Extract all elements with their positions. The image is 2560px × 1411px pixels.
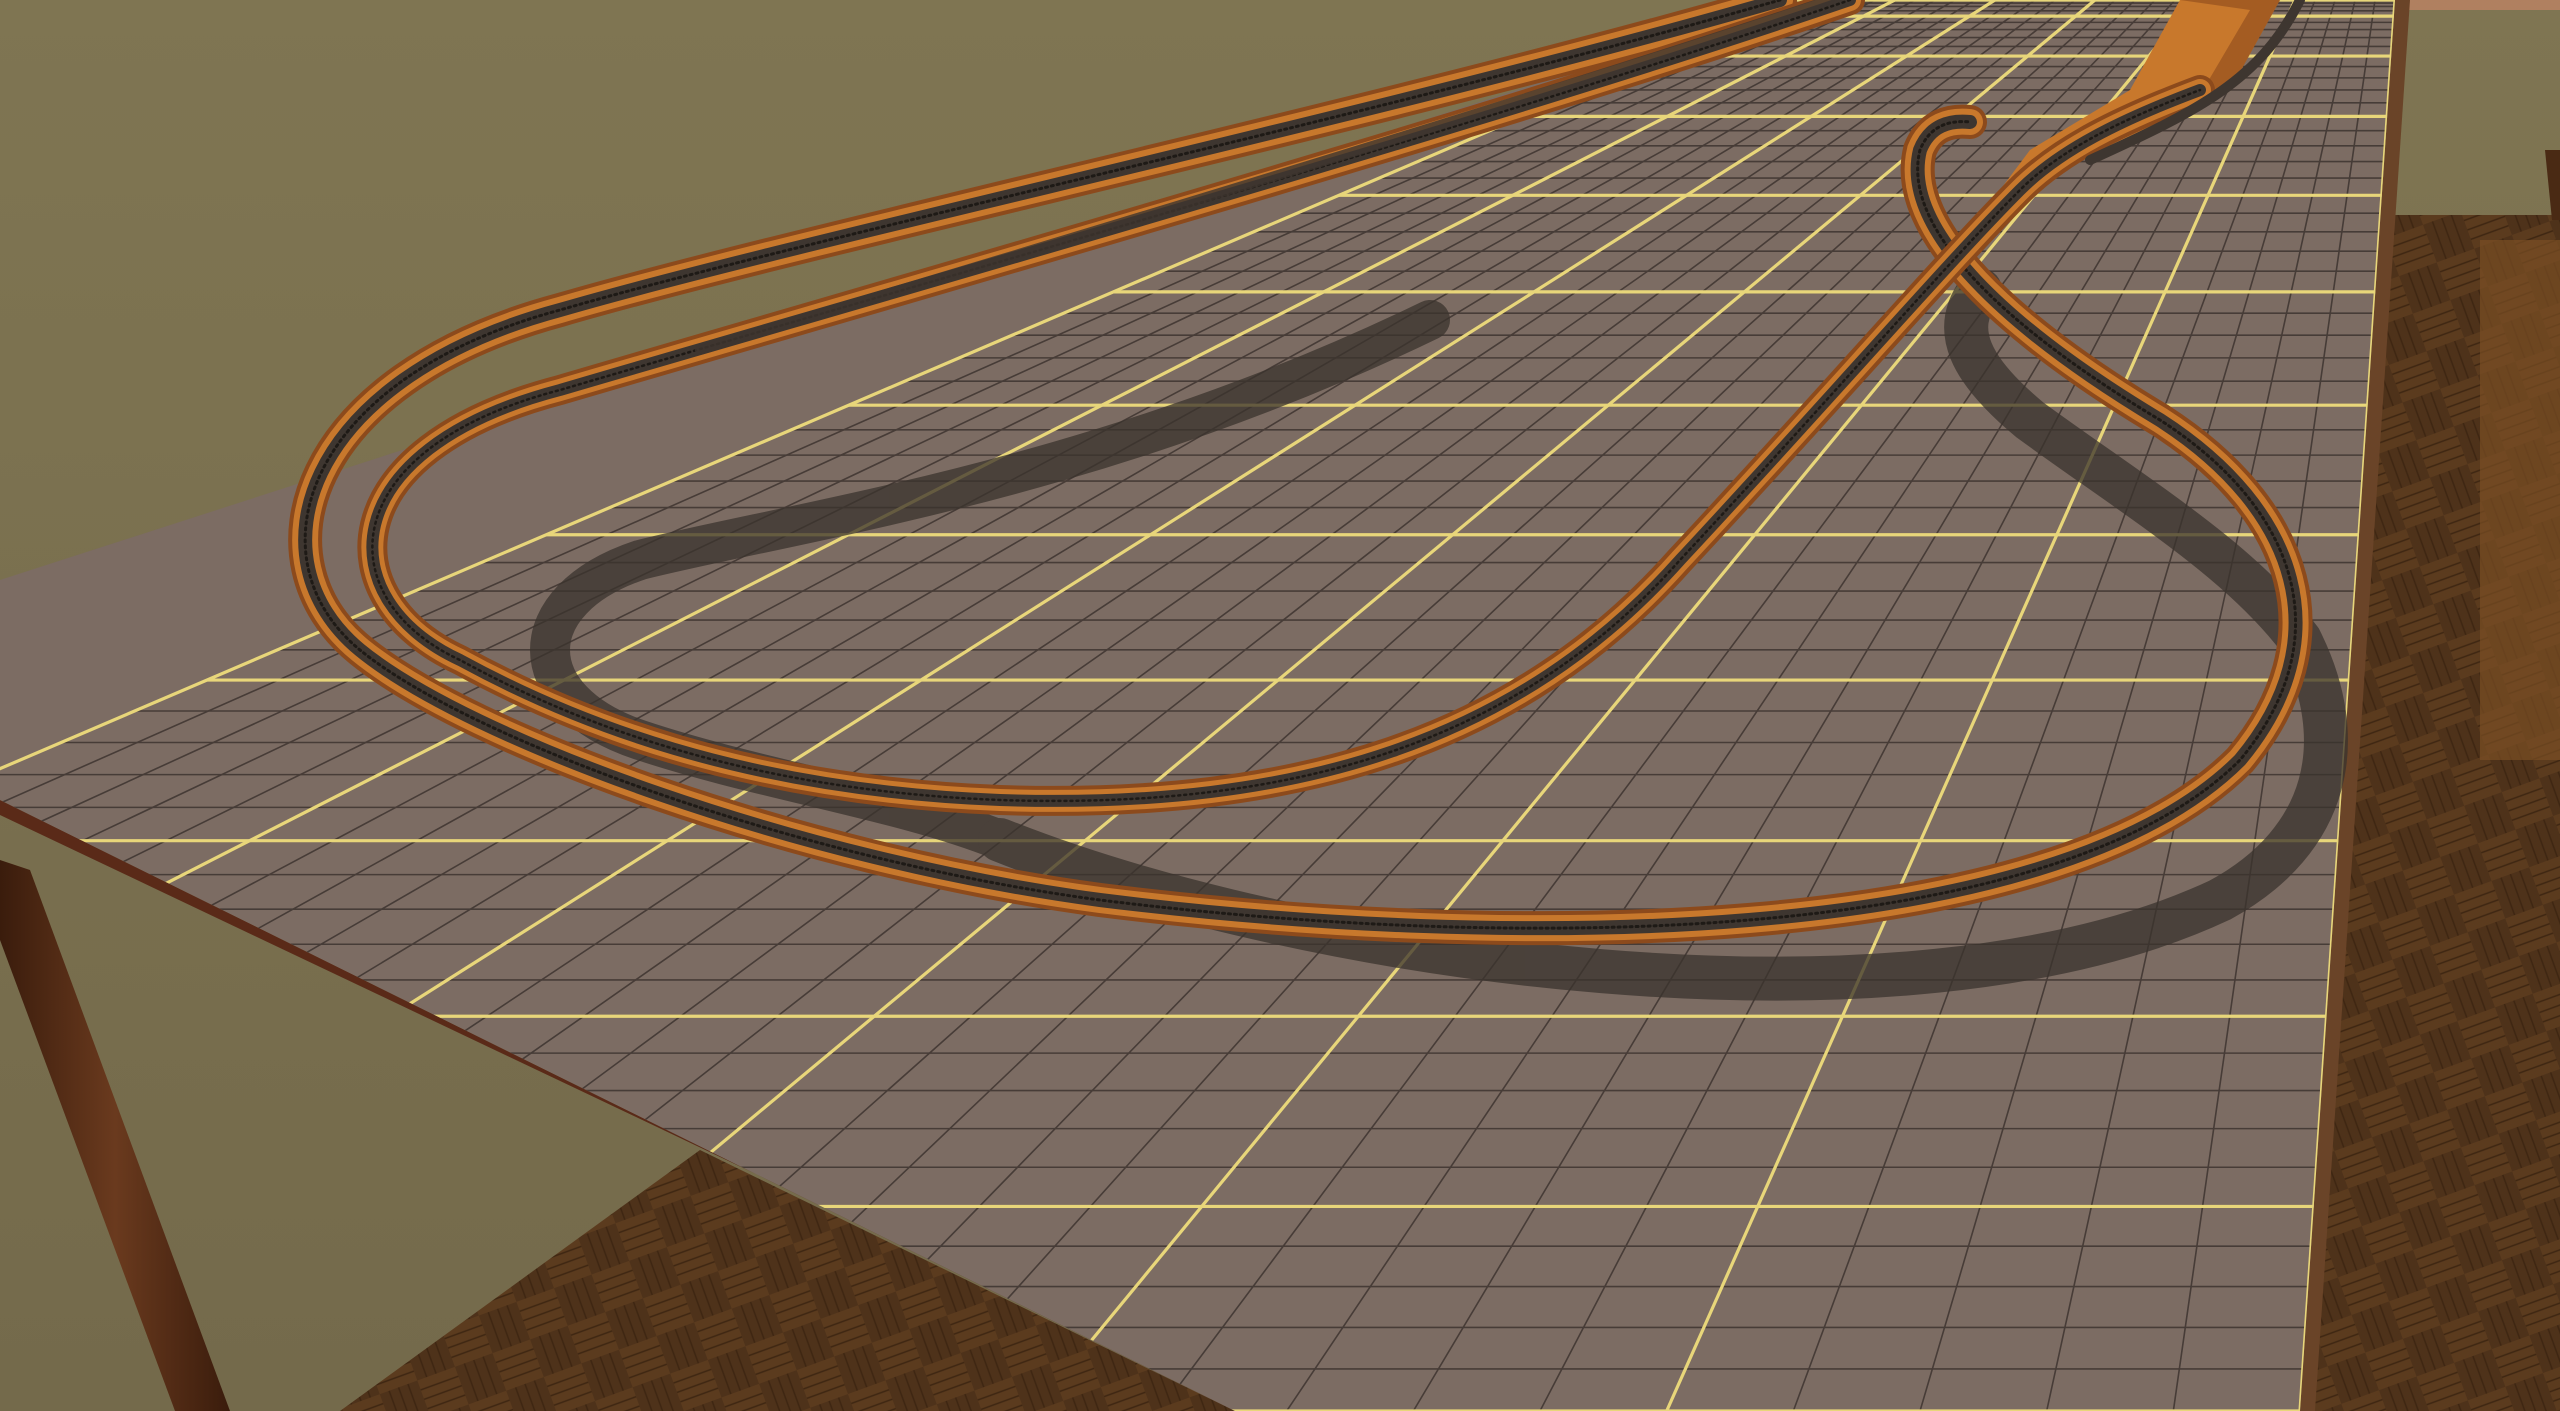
far-wall-strip — [2395, 0, 2560, 10]
scene-svg — [0, 0, 2560, 1411]
layout-3d-viewport[interactable] — [0, 0, 2560, 1411]
floor-right-shelf — [2480, 240, 2560, 760]
